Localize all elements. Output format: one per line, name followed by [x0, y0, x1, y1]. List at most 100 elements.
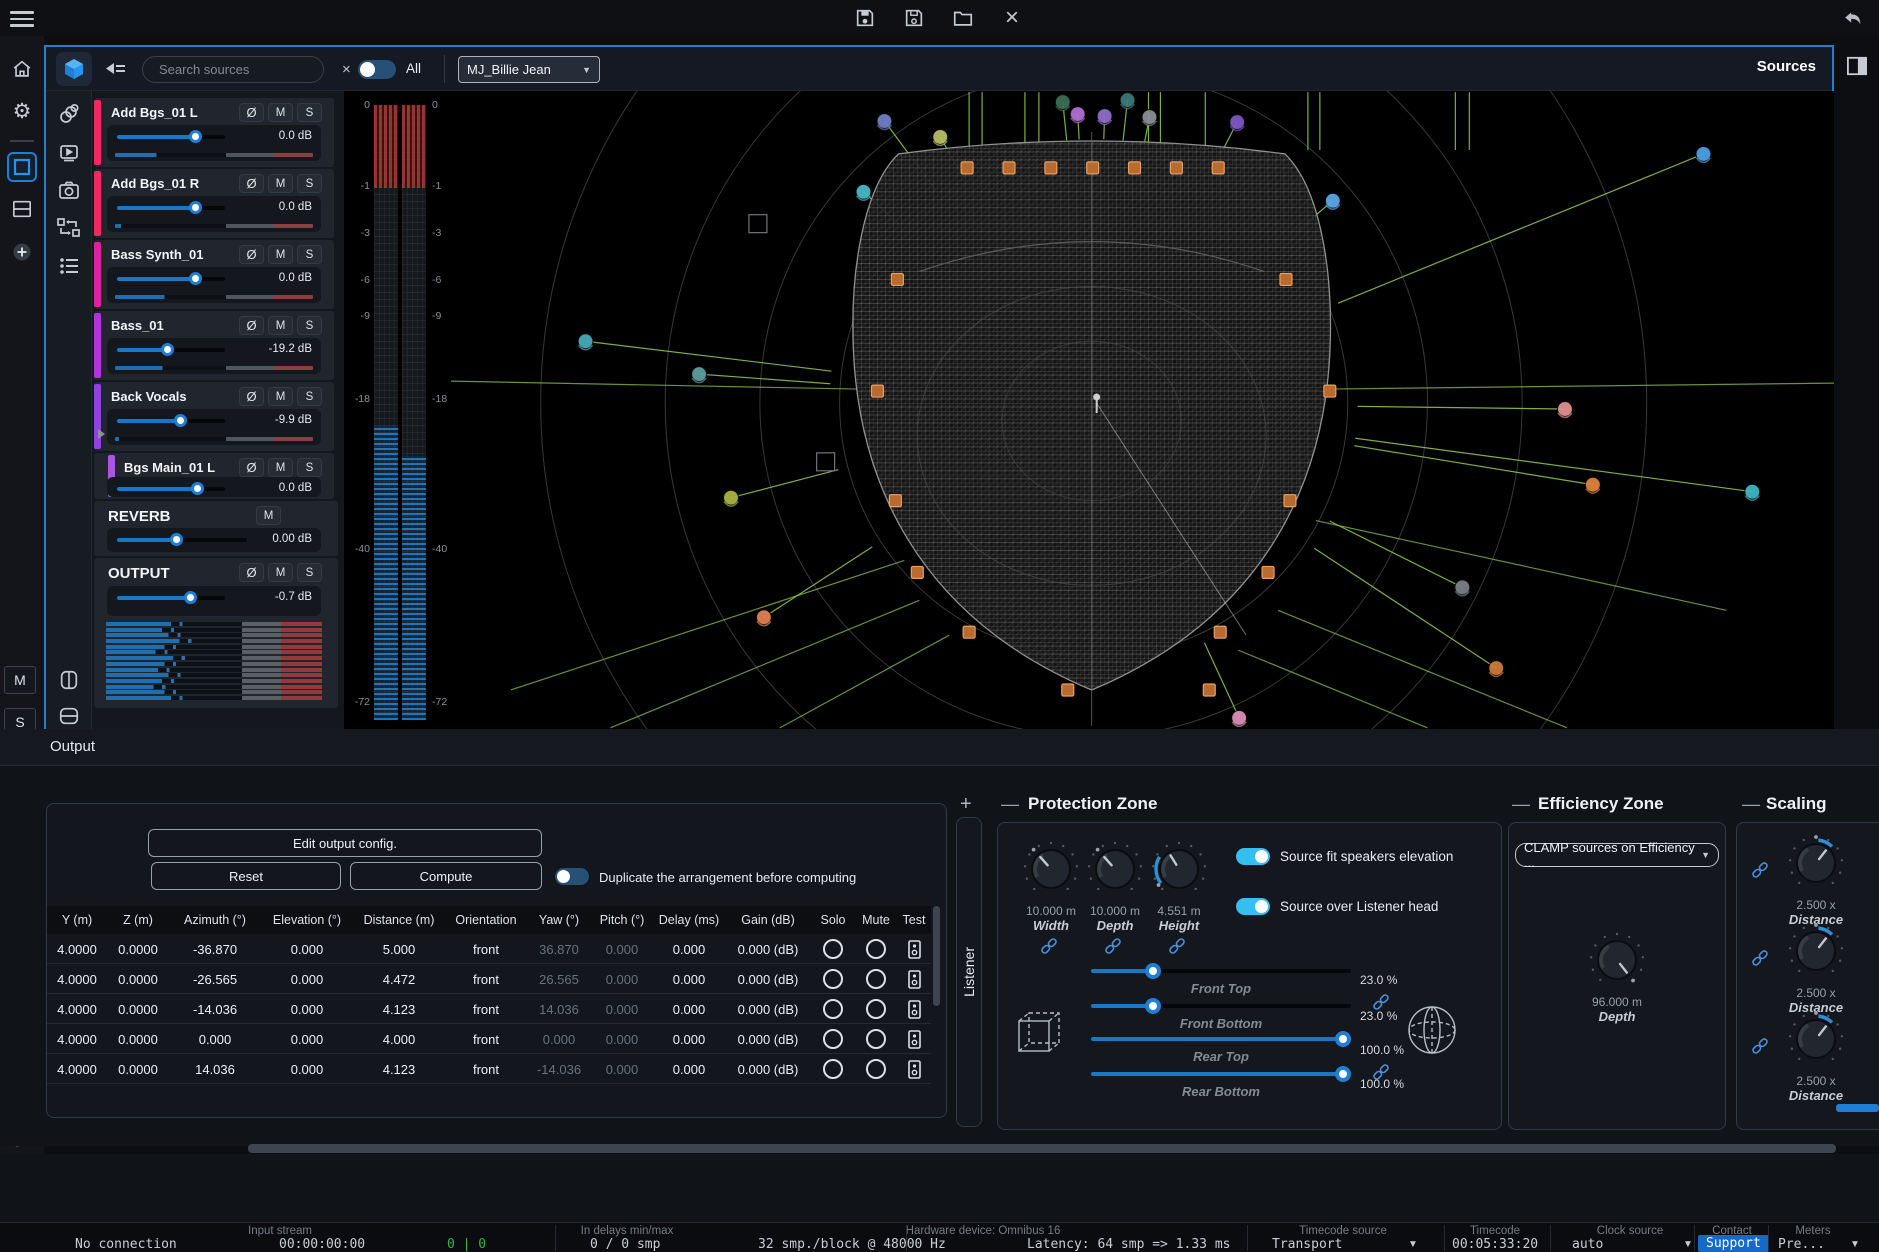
solo-button[interactable]: S: [297, 387, 322, 406]
sources-balls-icon[interactable]: [56, 101, 82, 127]
zone-slider-thumb[interactable]: [1335, 1031, 1351, 1047]
phase-button[interactable]: Ø: [239, 174, 264, 193]
zone-slider-track[interactable]: [1091, 969, 1351, 973]
fader-thumb[interactable]: [174, 414, 187, 427]
menu-icon[interactable]: [10, 7, 34, 31]
solo-radio[interactable]: [823, 969, 843, 989]
speaker-test-icon[interactable]: [908, 1000, 921, 1019]
fader-track[interactable]: [117, 487, 225, 491]
duplicate-arrangement-toggle[interactable]: [555, 868, 589, 885]
link-icon[interactable]: [1102, 935, 1124, 962]
table-row[interactable]: 4.00000.0000-26.5650.0004.472front26.565…: [47, 964, 931, 994]
table-scrollbar[interactable]: [933, 906, 940, 1006]
link-icon[interactable]: [1749, 947, 1771, 974]
list-view-icon[interactable]: [56, 253, 82, 279]
solo-radio[interactable]: [823, 939, 843, 959]
link-icon[interactable]: [1038, 935, 1060, 962]
zone-slider[interactable]: [1091, 963, 1351, 979]
table-row[interactable]: 4.00000.00000.0000.0004.000front0.0000.0…: [47, 1024, 931, 1054]
solo-radio[interactable]: [823, 1029, 843, 1049]
solo-button[interactable]: S: [297, 563, 322, 582]
open-folder-icon[interactable]: [950, 5, 976, 31]
add-zone-button[interactable]: +: [960, 793, 972, 816]
media-player-icon[interactable]: [56, 139, 82, 165]
right-panel-scrollbar[interactable]: [1836, 1104, 1879, 1112]
preset-dropdown[interactable]: MJ_Billie Jean ▼: [458, 56, 600, 83]
zone-slider-track[interactable]: [1091, 1072, 1351, 1076]
undo-icon[interactable]: [1840, 5, 1866, 31]
speaker-test-icon[interactable]: [908, 940, 921, 959]
channel-strip[interactable]: Back VocalsSMØ-9.9 dB: [94, 382, 334, 451]
fader-track[interactable]: [117, 277, 225, 281]
mute-button[interactable]: M: [268, 563, 293, 582]
layout-split-icon[interactable]: [9, 196, 35, 222]
mute-radio[interactable]: [866, 969, 886, 989]
solo-radio[interactable]: [823, 1059, 843, 1079]
speaker-test-icon[interactable]: [908, 1030, 921, 1049]
save-as-icon[interactable]: [901, 5, 927, 31]
link-icon[interactable]: [1749, 1035, 1771, 1062]
fader-track[interactable]: [117, 596, 225, 600]
split-vertical-icon[interactable]: [56, 667, 82, 693]
mute-button[interactable]: M: [268, 174, 293, 193]
zone-slider-thumb[interactable]: [1335, 1066, 1351, 1082]
solo-radio[interactable]: [823, 999, 843, 1019]
phase-button[interactable]: Ø: [239, 563, 264, 582]
output-strip[interactable]: OUTPUTSMØ-0.7 dB: [94, 558, 338, 708]
support-button[interactable]: Support: [1698, 1235, 1769, 1252]
protection-zone-collapse[interactable]: —: [1001, 794, 1019, 815]
speaker-3d-viewport[interactable]: [451, 91, 1834, 729]
camera-snapshot-icon[interactable]: [56, 177, 82, 203]
fader-thumb[interactable]: [161, 343, 174, 356]
fader-track[interactable]: [117, 419, 225, 423]
channel-strip[interactable]: Add Bgs_01 LSMØ0.0 dB: [94, 98, 334, 167]
output-section-header[interactable]: Output: [0, 729, 1879, 766]
channel-strip[interactable]: Bgs Main_01 LSMØ0.0 dB: [94, 453, 334, 499]
speaker-test-icon[interactable]: [908, 1060, 921, 1079]
routing-icon[interactable]: [56, 215, 82, 241]
speaker-test-icon[interactable]: [908, 970, 921, 989]
settings-gear-icon[interactable]: ⚙: [9, 98, 35, 124]
table-row[interactable]: 4.00000.0000-36.8700.0005.000front36.870…: [47, 934, 931, 964]
search-input[interactable]: [159, 62, 335, 77]
statusbar-value[interactable]: auto: [1572, 1237, 1603, 1252]
global-mute-button[interactable]: M: [4, 666, 36, 694]
solo-button[interactable]: S: [297, 458, 322, 477]
close-icon[interactable]: ×: [999, 5, 1025, 31]
efficiency-clamp-dropdown[interactable]: CLAMP sources on Efficiency ... ▼: [1515, 843, 1719, 867]
fader-thumb[interactable]: [189, 201, 202, 214]
compute-button[interactable]: Compute: [350, 862, 542, 890]
mute-button[interactable]: M: [268, 103, 293, 122]
mute-button[interactable]: M: [268, 316, 293, 335]
protection-toggle[interactable]: [1236, 898, 1270, 915]
search-clear-icon[interactable]: ×: [342, 61, 351, 78]
reverb-strip[interactable]: REVERBM0.00 dB: [94, 501, 338, 556]
layout-single-selected[interactable]: [7, 152, 37, 182]
scaling-collapse[interactable]: —: [1742, 794, 1760, 815]
zone-slider-thumb[interactable]: [1145, 963, 1161, 979]
fader-thumb[interactable]: [184, 591, 197, 604]
zone-slider-track[interactable]: [1091, 1004, 1351, 1008]
channel-strip[interactable]: Bass_01SMØ-19.2 dB: [94, 311, 334, 380]
mute-radio[interactable]: [866, 1029, 886, 1049]
mute-button[interactable]: M: [256, 506, 281, 525]
knob[interactable]: 2.500 xDistance: [1771, 919, 1861, 1015]
fader-thumb[interactable]: [189, 130, 202, 143]
zone-slider[interactable]: [1091, 998, 1351, 1014]
table-row[interactable]: 4.00000.0000-14.0360.0004.123front14.036…: [47, 994, 931, 1024]
split-horizontal-icon[interactable]: [56, 703, 82, 729]
home-icon[interactable]: [9, 56, 35, 82]
phase-button[interactable]: Ø: [239, 245, 264, 264]
channel-strip[interactable]: Add Bgs_01 RSMØ0.0 dB: [94, 169, 334, 238]
phase-button[interactable]: Ø: [239, 458, 264, 477]
phase-button[interactable]: Ø: [239, 103, 264, 122]
mute-radio[interactable]: [866, 1059, 886, 1079]
panel-toggle-icon[interactable]: [1846, 56, 1868, 81]
listener-tab[interactable]: Listener: [956, 817, 982, 1127]
mute-button[interactable]: M: [268, 387, 293, 406]
knob[interactable]: 4.551 mHeight: [1134, 837, 1224, 933]
zone-slider[interactable]: [1091, 1066, 1351, 1082]
link-icon[interactable]: [1166, 935, 1188, 962]
mute-radio[interactable]: [866, 999, 886, 1019]
fader-track[interactable]: [117, 206, 225, 210]
